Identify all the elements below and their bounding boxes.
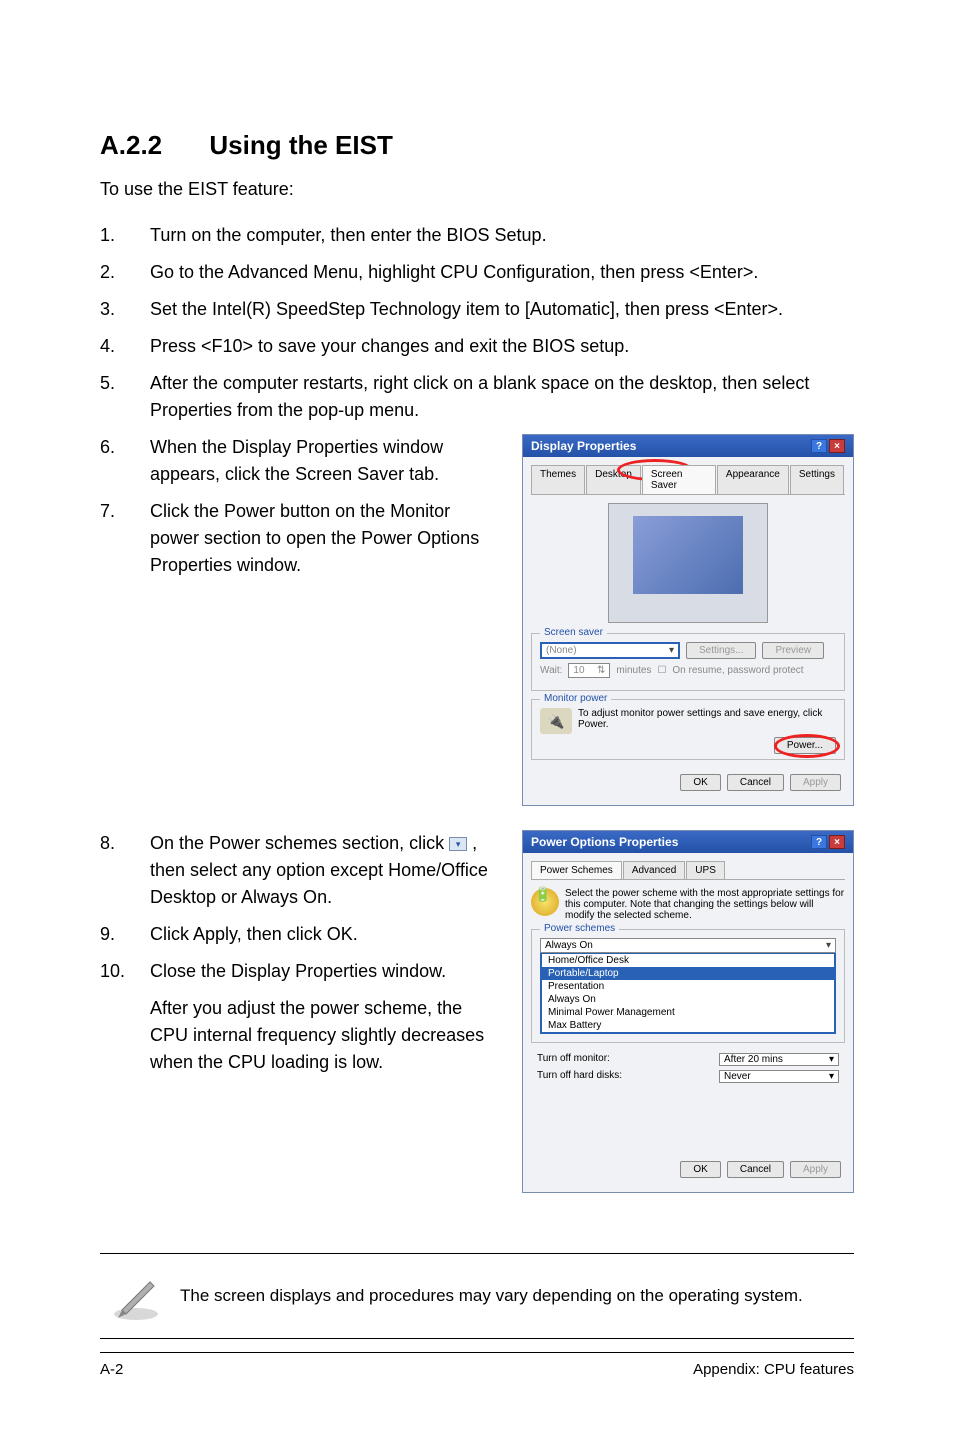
power-scheme-icon [531, 888, 559, 916]
cancel-button[interactable]: Cancel [727, 774, 784, 791]
preview-button[interactable]: Preview [762, 642, 824, 659]
dialog-tabs: Themes Desktop Screen Saver Appearance S… [531, 465, 845, 495]
tab-ups[interactable]: UPS [686, 861, 725, 879]
tab-advanced[interactable]: Advanced [623, 861, 685, 879]
tab-appearance[interactable]: Appearance [717, 465, 789, 494]
chevron-down-icon: ▾ [829, 1054, 834, 1065]
option-home-office[interactable]: Home/Office Desk [542, 954, 834, 967]
note-text: The screen displays and procedures may v… [180, 1284, 803, 1308]
power-schemes-label: Power schemes [540, 923, 619, 934]
turn-off-monitor-select[interactable]: After 20 mins▾ [719, 1053, 839, 1066]
page-footer: A-2 Appendix: CPU features [100, 1352, 854, 1378]
red-highlight-circle [774, 734, 840, 758]
tab-screen-saver[interactable]: Screen Saver [642, 465, 716, 494]
dialog-title: Display Properties [531, 439, 636, 453]
intro-text: To use the EIST feature: [100, 179, 854, 200]
option-portable-laptop[interactable]: Portable/Laptop [542, 967, 834, 980]
ok-button[interactable]: OK [680, 1161, 720, 1178]
dialog-tabs: Power Schemes Advanced UPS [531, 861, 845, 880]
steps-list-1: 1.Turn on the computer, then enter the B… [100, 222, 854, 424]
note-box: The screen displays and procedures may v… [100, 1253, 854, 1339]
turn-off-hard-disks-select[interactable]: Never▾ [719, 1070, 839, 1083]
section-title: Using the EIST [209, 130, 392, 160]
monitor-preview [608, 503, 768, 623]
section-number: A.2.2 [100, 130, 162, 161]
tab-themes[interactable]: Themes [531, 465, 585, 494]
wait-spinner[interactable]: 10⇅ [568, 663, 610, 678]
monitor-power-label: Monitor power [540, 693, 611, 704]
steps-list-3: 8. On the Power schemes section, click ▾… [100, 830, 498, 985]
monitor-power-icon: 🔌 [540, 708, 572, 734]
tab-power-schemes[interactable]: Power Schemes [531, 861, 622, 879]
steps-list-2: 6.When the Display Properties window app… [100, 434, 498, 579]
footer-label: Appendix: CPU features [693, 1361, 854, 1378]
chevron-down-icon: ▾ [826, 940, 831, 951]
power-options-dialog: Power Options Properties ? × Power Schem… [522, 830, 854, 1193]
option-max-battery[interactable]: Max Battery [542, 1019, 834, 1032]
apply-button[interactable]: Apply [790, 1161, 841, 1178]
section-heading: A.2.2 Using the EIST [100, 130, 854, 161]
page-number: A-2 [100, 1361, 123, 1378]
screensaver-select[interactable]: (None)▾ [540, 642, 680, 659]
screensaver-label: Screen saver [540, 627, 607, 638]
close-icon[interactable]: × [829, 439, 845, 453]
help-icon[interactable]: ? [811, 439, 827, 453]
checkbox-resume[interactable]: ☐ [657, 665, 666, 676]
pencil-icon [108, 1268, 164, 1324]
chevron-down-icon: ▾ [669, 645, 674, 656]
chevron-down-icon: ▾ [829, 1071, 834, 1082]
dialog-title: Power Options Properties [531, 835, 678, 849]
settings-button[interactable]: Settings... [686, 642, 756, 659]
option-always-on[interactable]: Always On [542, 993, 834, 1006]
help-icon[interactable]: ? [811, 835, 827, 849]
option-minimal-power[interactable]: Minimal Power Management [542, 1006, 834, 1019]
close-icon[interactable]: × [829, 835, 845, 849]
apply-button[interactable]: Apply [790, 774, 841, 791]
ok-button[interactable]: OK [680, 774, 720, 791]
cancel-button[interactable]: Cancel [727, 1161, 784, 1178]
option-presentation[interactable]: Presentation [542, 980, 834, 993]
tab-settings[interactable]: Settings [790, 465, 844, 494]
dropdown-arrow-icon: ▾ [449, 837, 467, 851]
after-adjust-text: After you adjust the power scheme, the C… [150, 995, 498, 1076]
power-scheme-dropdown[interactable]: Home/Office Desk Portable/Laptop Present… [540, 952, 836, 1034]
display-properties-dialog: Display Properties ? × Themes Desktop Sc… [522, 434, 854, 806]
power-scheme-select[interactable]: Always On ▾ [540, 938, 836, 953]
